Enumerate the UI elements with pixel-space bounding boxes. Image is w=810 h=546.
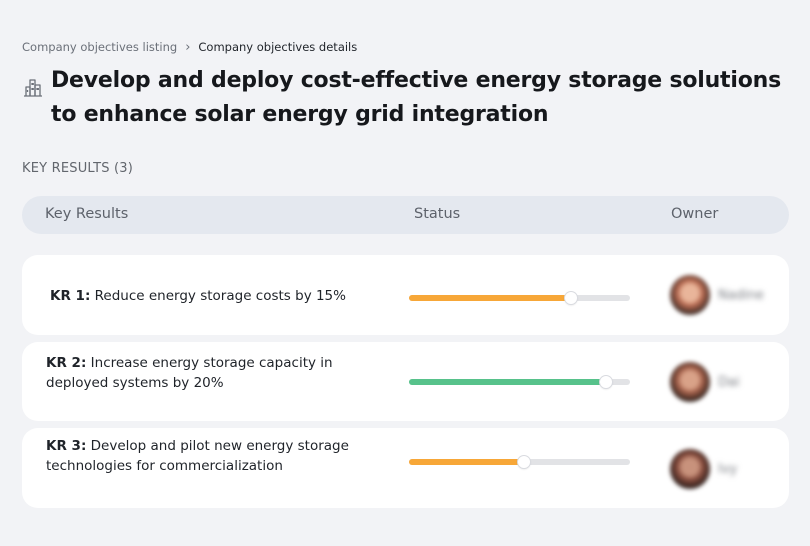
- status-progress-fill: [409, 459, 524, 465]
- page-title: Develop and deploy cost-effective energy…: [51, 68, 781, 127]
- breadcrumb: Company objectives listing › Company obj…: [22, 40, 357, 54]
- status-progress-knob[interactable]: [565, 292, 578, 304]
- key-result-id: KR 1:: [50, 288, 91, 304]
- status-progress-knob[interactable]: [599, 376, 612, 388]
- status-progress-fill: [409, 379, 606, 385]
- avatar: [670, 275, 710, 315]
- table-header: Key Results Status Owner: [22, 196, 789, 234]
- owner-name: Nadine: [718, 287, 764, 303]
- owner-cell[interactable]: Dai: [670, 362, 740, 402]
- avatar: [670, 362, 710, 402]
- owner-cell[interactable]: Nadine: [670, 275, 764, 315]
- column-header-key-results: Key Results: [45, 206, 129, 222]
- status-progress-bar: [409, 376, 630, 388]
- building-chart-icon: [24, 79, 42, 97]
- owner-name: Dai: [718, 374, 740, 390]
- key-result-description: Reduce energy storage costs by 15%: [94, 288, 346, 304]
- breadcrumb-parent-link[interactable]: Company objectives listing: [22, 40, 177, 54]
- key-result-description: Develop and pilot new energy storage tec…: [46, 438, 349, 474]
- avatar: [670, 449, 710, 489]
- key-result-row[interactable]: KR 3: Develop and pilot new energy stora…: [22, 428, 789, 508]
- breadcrumb-current: Company objectives details: [198, 40, 358, 54]
- status-progress-fill: [409, 295, 572, 301]
- column-header-status: Status: [414, 206, 461, 222]
- key-results-count-label: KEY RESULTS (3): [22, 161, 134, 176]
- owner-cell[interactable]: Ivy: [670, 449, 737, 489]
- page-header: Develop and deploy cost-effective energy…: [22, 64, 782, 132]
- column-header-owner: Owner: [671, 206, 719, 222]
- key-result-id: KR 2:: [46, 355, 87, 371]
- status-progress-knob[interactable]: [517, 456, 530, 468]
- key-result-text: KR 1: Reduce energy storage costs by 15%: [50, 286, 380, 306]
- key-result-description: Increase energy storage capacity in depl…: [46, 355, 333, 391]
- owner-name: Ivy: [718, 461, 738, 477]
- status-progress-bar: [409, 456, 630, 468]
- key-result-row[interactable]: KR 1: Reduce energy storage costs by 15%…: [22, 255, 789, 335]
- key-result-id: KR 3:: [46, 438, 87, 454]
- key-result-row[interactable]: KR 2: Increase energy storage capacity i…: [22, 342, 789, 421]
- key-result-text: KR 2: Increase energy storage capacity i…: [46, 353, 376, 393]
- status-progress-bar: [409, 292, 630, 304]
- chevron-right-icon: ›: [185, 39, 191, 55]
- key-result-text: KR 3: Develop and pilot new energy stora…: [46, 436, 376, 476]
